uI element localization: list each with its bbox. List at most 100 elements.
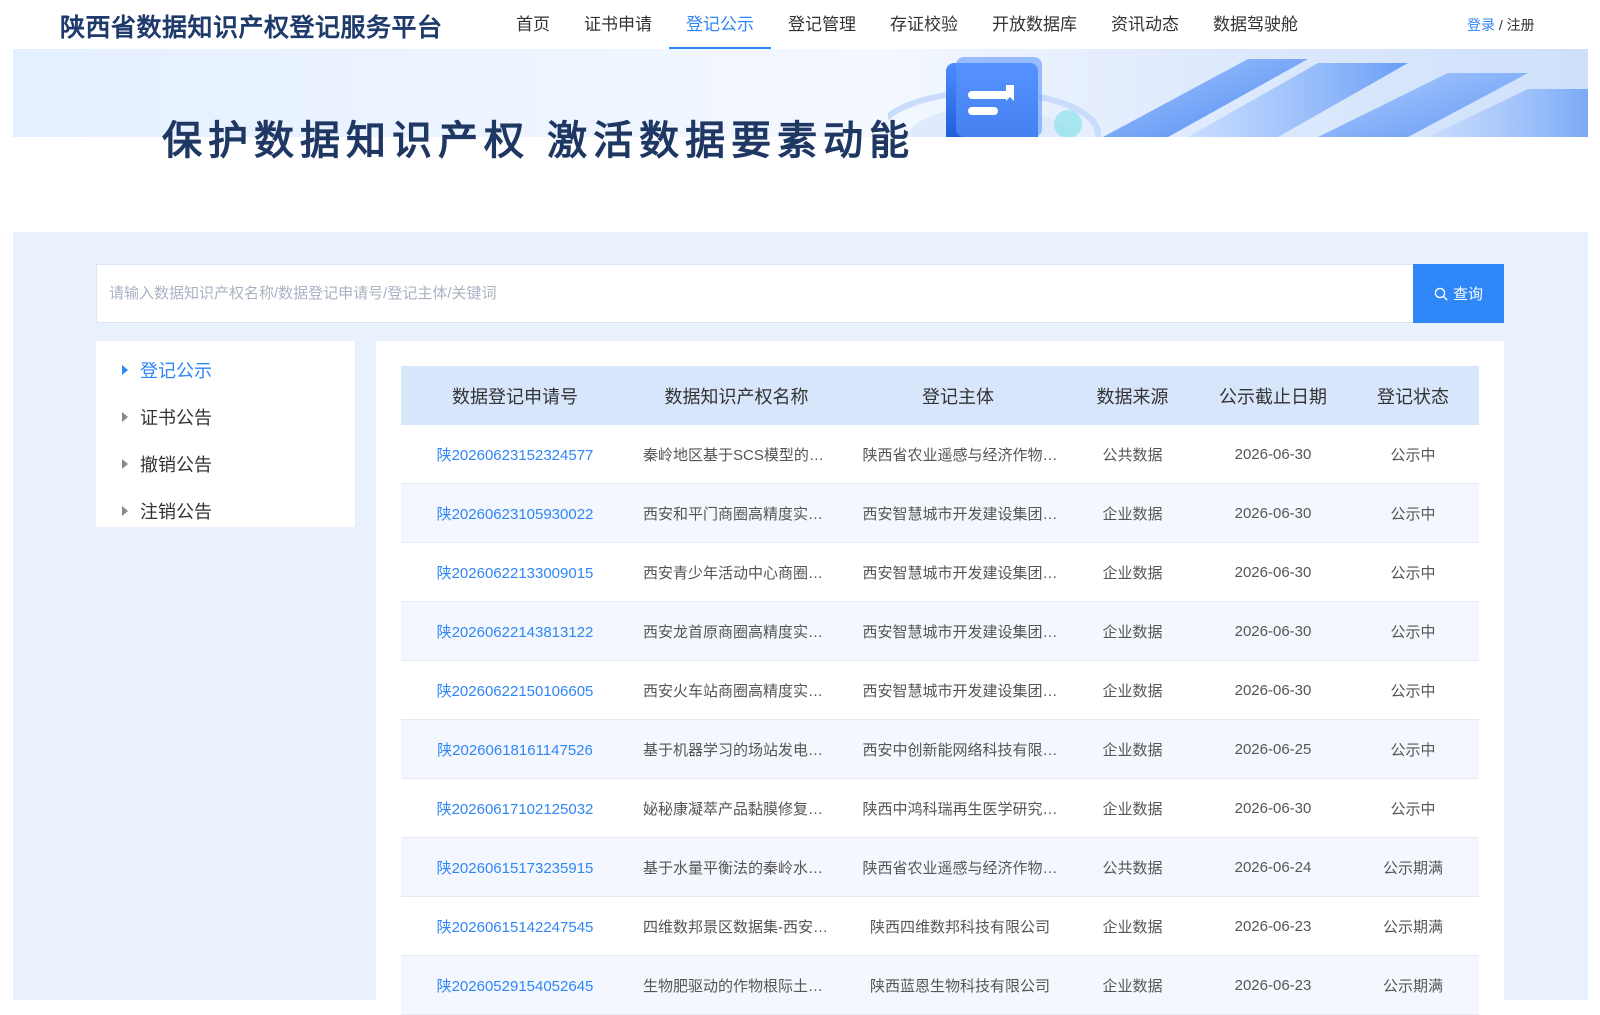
deadline: 2026-06-25	[1234, 740, 1312, 758]
search-button[interactable]: 查询	[1413, 264, 1504, 323]
main-panel: 数据登记申请号 数据知识产权名称 登记主体 数据来源 公示截止日期 登记状态 陕…	[376, 341, 1504, 1015]
table-row[interactable]: 陕20260615142247545 四维数邦景区数据集-西安市… 陕西四维数邦…	[401, 897, 1479, 956]
data-source: 公共数据	[1102, 859, 1163, 877]
status: 公示期满	[1382, 977, 1443, 995]
table-row[interactable]: 陕20260529154052645 生物肥驱动的作物根际土壤… 陕西蓝恩生物科…	[401, 956, 1479, 1015]
ip-name[interactable]: 西安龙首原商圈高精度实景…	[629, 621, 844, 642]
data-source: 企业数据	[1102, 564, 1163, 582]
sidebar-item-label: 撤销公告	[140, 454, 212, 475]
search-icon	[1434, 287, 1448, 301]
column-header-deadline: 公示截止日期	[1219, 386, 1327, 407]
search-button-label: 查询	[1452, 286, 1483, 303]
status: 公示期满	[1382, 918, 1443, 936]
status: 公示中	[1390, 741, 1436, 759]
owner: 陕西蓝恩生物科技有限公司	[869, 977, 1050, 995]
regno-link[interactable]: 陕20260623105930022	[401, 503, 629, 524]
caret-right-icon	[122, 411, 128, 422]
status: 公示期满	[1382, 859, 1443, 877]
sidebar-item-label: 注销公告	[140, 501, 212, 522]
search-bar: 查询	[96, 264, 1504, 323]
ip-name[interactable]: 生物肥驱动的作物根际土壤…	[629, 975, 844, 996]
regno-link[interactable]: 陕20260622133009015	[401, 562, 629, 583]
column-header-owner: 登记主体	[922, 386, 994, 407]
ip-name[interactable]: 西安和平门商圈高精度实景…	[629, 503, 844, 524]
status: 公示中	[1390, 800, 1436, 818]
sidebar-item-label: 证书公告	[140, 407, 212, 428]
sidebar-item-registration-publicity[interactable]: 登记公示	[96, 346, 355, 393]
deadline: 2026-06-23	[1234, 976, 1312, 994]
nav-item-evidence-verify[interactable]: 存证校验	[873, 0, 975, 49]
regno-link[interactable]: 陕20260622143813122	[401, 621, 629, 642]
register-link[interactable]: 注册	[1507, 17, 1535, 33]
deadline: 2026-06-30	[1234, 622, 1312, 640]
main-nav: 首页 证书申请 登记公示 登记管理 存证校验 开放数据库 资讯动态 数据驾驶舱	[499, 0, 1315, 49]
deadline: 2026-06-30	[1234, 445, 1312, 463]
table-row[interactable]: 陕20260617102125032 妼秘康凝萃产品黏膜修复功… 陕西中鸿科瑞再…	[401, 779, 1479, 838]
sidebar-item-cancellation-notice[interactable]: 注销公告	[96, 487, 355, 534]
data-source: 企业数据	[1102, 741, 1163, 759]
owner: 陕西省农业遥感与经济作物…	[862, 446, 1058, 464]
nav-item-open-database[interactable]: 开放数据库	[975, 0, 1094, 49]
data-source: 企业数据	[1102, 682, 1163, 700]
ip-name[interactable]: 西安青少年活动中心商圈高…	[629, 562, 844, 583]
table-row[interactable]: 陕20260622143813122 西安龙首原商圈高精度实景… 西安智慧城市开…	[401, 602, 1479, 661]
ip-name[interactable]: 西安火车站商圈高精度实景…	[629, 680, 844, 701]
ip-name[interactable]: 基于水量平衡法的秦岭水源…	[629, 857, 844, 878]
banner-illustration	[888, 57, 1588, 137]
caret-right-icon	[122, 505, 128, 516]
nav-item-registration-publicity[interactable]: 登记公示	[669, 0, 771, 49]
ip-name[interactable]: 基于机器学习的场站发电预…	[629, 739, 844, 760]
data-source: 企业数据	[1102, 505, 1163, 523]
table-row[interactable]: 陕20260618161147526 基于机器学习的场站发电预… 西安中创新能网…	[401, 720, 1479, 779]
table-row[interactable]: 陕20260622133009015 西安青少年活动中心商圈高… 西安智慧城市开…	[401, 543, 1479, 602]
owner: 陕西四维数邦科技有限公司	[869, 918, 1050, 936]
auth-links: 登录 / 注册	[1467, 15, 1535, 35]
login-link[interactable]: 登录	[1467, 17, 1495, 33]
owner: 西安智慧城市开发建设集团…	[862, 564, 1058, 582]
regno-link[interactable]: 陕20260618161147526	[401, 739, 629, 760]
ip-name[interactable]: 秦岭地区基于SCS模型的径…	[629, 444, 844, 465]
table-row[interactable]: 陕20260623105930022 西安和平门商圈高精度实景… 西安智慧城市开…	[401, 484, 1479, 543]
table-row[interactable]: 陕20260622150106605 西安火车站商圈高精度实景… 西安智慧城市开…	[401, 661, 1479, 720]
column-header-name: 数据知识产权名称	[664, 386, 809, 407]
owner: 西安智慧城市开发建设集团…	[862, 623, 1058, 641]
search-input[interactable]	[97, 265, 1397, 322]
site-title[interactable]: 陕西省数据知识产权登记服务平台	[60, 8, 443, 44]
deadline: 2026-06-30	[1234, 799, 1312, 817]
status: 公示中	[1390, 505, 1436, 523]
status: 公示中	[1390, 623, 1436, 641]
table-header: 数据登记申请号 数据知识产权名称 登记主体 数据来源 公示截止日期 登记状态	[401, 366, 1479, 425]
deadline: 2026-06-23	[1234, 917, 1312, 935]
data-source: 企业数据	[1102, 977, 1163, 995]
sidebar-item-certificate-notice[interactable]: 证书公告	[96, 393, 355, 440]
status: 公示中	[1390, 446, 1436, 464]
regno-link[interactable]: 陕20260617102125032	[401, 798, 629, 819]
ip-name[interactable]: 四维数邦景区数据集-西安市…	[629, 916, 844, 937]
nav-item-registration-management[interactable]: 登记管理	[771, 0, 873, 49]
nav-item-home[interactable]: 首页	[499, 0, 567, 49]
sidebar-item-label: 登记公示	[140, 360, 212, 381]
nav-item-certificate-apply[interactable]: 证书申请	[567, 0, 669, 49]
regno-link[interactable]: 陕20260622150106605	[401, 680, 629, 701]
sidebar-item-revocation-notice[interactable]: 撤销公告	[96, 440, 355, 487]
owner: 西安智慧城市开发建设集团…	[862, 505, 1058, 523]
column-header-source: 数据来源	[1096, 386, 1169, 407]
regno-link[interactable]: 陕20260623152324577	[401, 444, 629, 465]
regno-link[interactable]: 陕20260615142247545	[401, 916, 629, 937]
sidebar: 登记公示 证书公告 撤销公告 注销公告	[96, 341, 355, 527]
column-header-regno: 数据登记申请号	[452, 386, 578, 407]
deadline: 2026-06-30	[1234, 681, 1312, 699]
status: 公示中	[1390, 682, 1436, 700]
ip-name[interactable]: 妼秘康凝萃产品黏膜修复功…	[629, 798, 844, 819]
nav-item-news[interactable]: 资讯动态	[1094, 0, 1196, 49]
data-source: 企业数据	[1102, 800, 1163, 818]
owner: 陕西中鸿科瑞再生医学研究…	[862, 800, 1058, 818]
table-row[interactable]: 陕20260615173235915 基于水量平衡法的秦岭水源… 陕西省农业遥感…	[401, 838, 1479, 897]
regno-link[interactable]: 陕20260529154052645	[401, 975, 629, 996]
status: 公示中	[1390, 564, 1436, 582]
regno-link[interactable]: 陕20260615173235915	[401, 857, 629, 878]
table-row[interactable]: 陕20260623152324577 秦岭地区基于SCS模型的径… 陕西省农业遥…	[401, 425, 1479, 484]
caret-right-icon	[122, 364, 128, 375]
deadline: 2026-06-30	[1234, 563, 1312, 581]
nav-item-data-cockpit[interactable]: 数据驾驶舱	[1196, 0, 1315, 49]
